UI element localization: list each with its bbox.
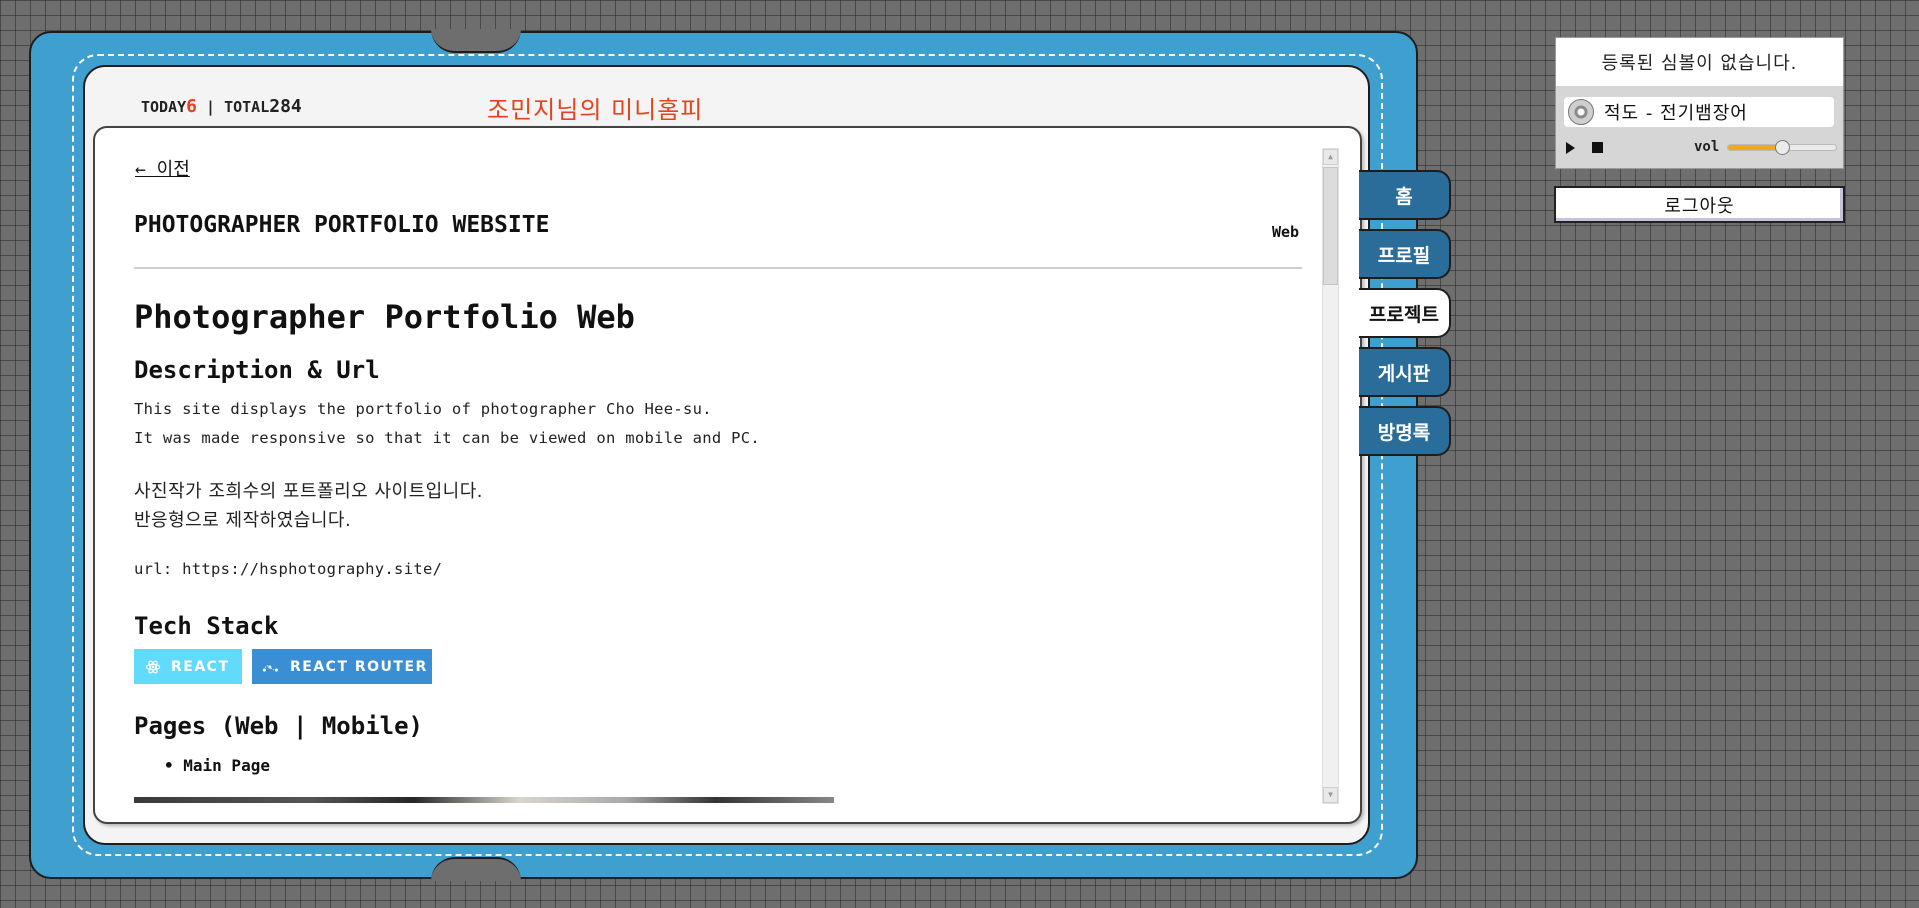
- symbol-message: 등록된 심볼이 없습니다.: [1556, 38, 1843, 86]
- frame-notch-bottom: [431, 857, 521, 881]
- tech-badge-react-label: REACT: [171, 658, 230, 675]
- disc-icon: [1568, 99, 1594, 125]
- scroll-up-button[interactable]: ▲: [1323, 149, 1338, 165]
- sidebar-widget: 등록된 심볼이 없습니다. 적도 - 전기뱀장어 vol: [1555, 37, 1844, 169]
- volume-fill: [1728, 145, 1782, 150]
- project-category: Web: [1272, 223, 1300, 241]
- play-icon[interactable]: [1566, 142, 1575, 154]
- description-ko-line-1: 사진작가 조희수의 포트폴리오 사이트입니다.: [134, 481, 484, 502]
- react-icon: [145, 659, 161, 675]
- stop-icon[interactable]: [1592, 142, 1603, 153]
- tech-badge-react-router: REACT ROUTER: [252, 649, 432, 684]
- logout-button[interactable]: 로그아웃: [1554, 186, 1845, 223]
- page-item-label: Main Page: [183, 756, 270, 775]
- song-title: 적도 - 전기뱀장어: [1604, 103, 1748, 124]
- title-divider: [134, 267, 1302, 269]
- section-tech-heading: Tech Stack: [134, 612, 279, 640]
- project-title: PHOTOGRAPHER PORTFOLIO WEBSITE: [134, 212, 550, 238]
- list-item: • Main Page: [164, 756, 270, 775]
- tab-project[interactable]: 프로젝트: [1359, 288, 1451, 338]
- visitor-counter: TODAY6 | TOTAL284: [141, 96, 302, 117]
- tab-project-label: 프로젝트: [1369, 303, 1439, 326]
- total-label: TOTAL: [224, 98, 270, 116]
- site-url: url: https://hsphotography.site/: [134, 560, 443, 578]
- post-heading: Photographer Portfolio Web: [134, 298, 635, 336]
- tab-profile[interactable]: 프로필: [1359, 229, 1451, 279]
- scroll-down-button[interactable]: ▼: [1323, 787, 1338, 803]
- section-description-heading: Description & Url: [134, 356, 380, 384]
- tab-guestbook-label: 방명록: [1377, 421, 1431, 444]
- counter-separator: |: [206, 98, 216, 116]
- tech-badge-react-router-label: REACT ROUTER: [290, 658, 428, 675]
- tab-home-label: 홈: [1395, 185, 1413, 208]
- back-link[interactable]: ← 이전: [135, 155, 190, 181]
- music-player-track: 적도 - 전기뱀장어: [1564, 97, 1834, 127]
- tab-profile-label: 프로필: [1377, 244, 1431, 267]
- description-en-line-1: This site displays the portfolio of phot…: [134, 400, 712, 418]
- description-ko-line-2: 반응형으로 제작하였습니다.: [134, 510, 352, 531]
- tab-board-label: 게시판: [1377, 362, 1431, 385]
- today-count: 6: [186, 96, 197, 117]
- scroll-thumb[interactable]: [1323, 167, 1338, 285]
- main-page-screenshot: [134, 797, 834, 803]
- today-label: TODAY: [141, 98, 187, 116]
- total-count: 284: [269, 96, 302, 117]
- frame-notch-top: [431, 29, 521, 53]
- site-title: 조민지님의 미니홈피: [487, 96, 704, 124]
- volume-label: vol: [1694, 139, 1720, 155]
- tab-board[interactable]: 게시판: [1359, 347, 1451, 397]
- tab-guestbook[interactable]: 방명록: [1359, 406, 1451, 456]
- section-pages-heading: Pages (Web | Mobile): [134, 712, 423, 740]
- react-router-icon: [262, 661, 280, 673]
- tab-home[interactable]: 홈: [1359, 170, 1451, 220]
- volume-slider[interactable]: [1727, 140, 1837, 155]
- description-en-line-2: It was made responsive so that it can be…: [134, 429, 761, 447]
- tech-badge-react: REACT: [134, 649, 242, 684]
- volume-knob[interactable]: [1775, 140, 1790, 155]
- content-scrollbar[interactable]: ▲ ▼: [1322, 148, 1339, 804]
